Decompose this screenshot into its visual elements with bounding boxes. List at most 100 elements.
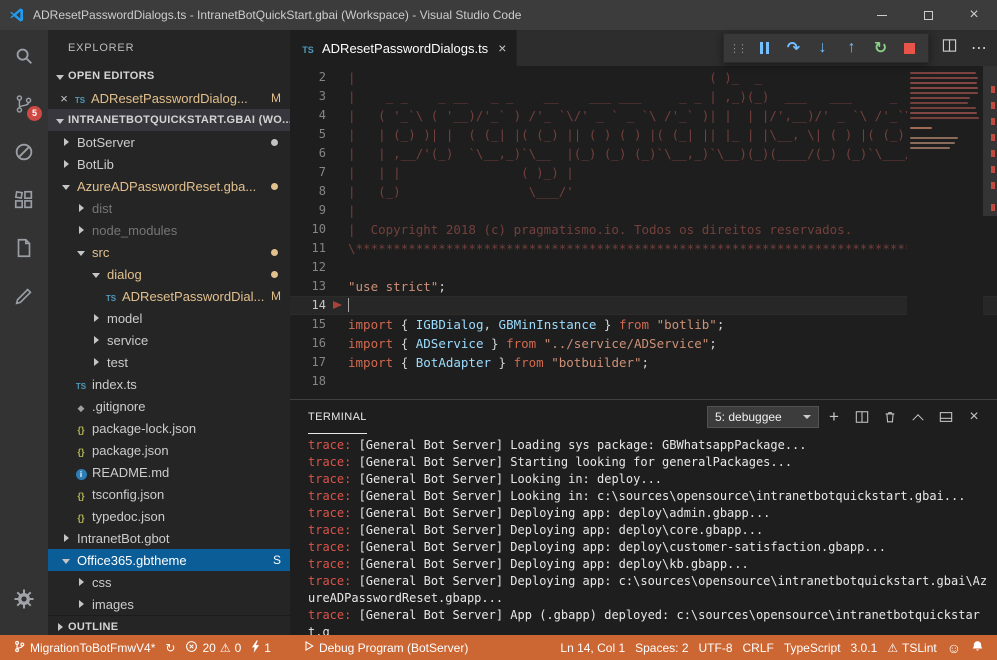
chevron-right-icon[interactable] bbox=[88, 336, 104, 344]
maximize-panel-chevron-up-icon[interactable] bbox=[905, 404, 931, 430]
chevron-right-icon[interactable] bbox=[73, 578, 89, 586]
extensions-icon[interactable] bbox=[0, 176, 48, 224]
chevron-right-icon[interactable] bbox=[73, 226, 89, 234]
step-out-button[interactable]: ↑ bbox=[838, 35, 865, 61]
code-line[interactable]: 16 import { ADService } from "../service… bbox=[290, 334, 997, 353]
code-line[interactable]: 18 bbox=[290, 372, 997, 391]
split-editor-icon[interactable] bbox=[942, 38, 957, 58]
tree-item-dist[interactable]: dist bbox=[48, 197, 290, 219]
tree-item-service[interactable]: service bbox=[48, 329, 290, 351]
tslint-status[interactable]: ⚠TSLint bbox=[882, 641, 941, 655]
tree-item-adresetpassworddialogs[interactable]: ADResetPasswordDial...M bbox=[48, 285, 290, 307]
sync-status[interactable]: ↻ bbox=[160, 641, 180, 655]
workspace-section-header[interactable]: INTRANETBOTQUICKSTART.GBAI (WO... bbox=[48, 109, 290, 131]
chevron-down-icon[interactable] bbox=[88, 271, 104, 278]
code-line[interactable]: 2 | ( )_ _ | bbox=[290, 68, 997, 87]
problems-status[interactable]: 20 ⚠ 0 bbox=[180, 640, 246, 656]
stop-button[interactable] bbox=[896, 35, 923, 61]
code-line[interactable]: 11 \************************************… bbox=[290, 239, 997, 258]
step-over-button[interactable]: ↷ bbox=[780, 35, 807, 61]
chevron-down-icon[interactable] bbox=[73, 249, 89, 256]
notifications-bell[interactable] bbox=[966, 640, 989, 656]
tree-item-office365-gbtheme[interactable]: Office365.gbthemeS bbox=[48, 549, 290, 571]
tree-item-botserver[interactable]: BotServer bbox=[48, 131, 290, 153]
tree-item-azureadpasswordreset[interactable]: AzureADPasswordReset.gba... bbox=[48, 175, 290, 197]
feedback-smiley[interactable]: ☺ bbox=[942, 641, 966, 655]
code-line[interactable]: 17 import { BotAdapter } from "botbuilde… bbox=[290, 353, 997, 372]
tree-item-css[interactable]: css bbox=[48, 571, 290, 593]
code-line[interactable]: 10 | Copyright 2018 (c) pragmatismo.io. … bbox=[290, 220, 997, 239]
outline-section-header[interactable]: OUTLINE bbox=[48, 615, 290, 635]
chevron-down-icon[interactable] bbox=[58, 557, 74, 564]
tree-item-intranetbot-gbot[interactable]: IntranetBot.gbot bbox=[48, 527, 290, 549]
maximize-button[interactable] bbox=[905, 0, 951, 30]
cursor-position[interactable]: Ln 14, Col 1 bbox=[555, 641, 630, 655]
tree-item-index-ts[interactable]: index.ts bbox=[48, 373, 290, 395]
code-line[interactable]: 4 | ( '_`\ ( '__)/'_` ) /'_ `\/' _ ` _ `… bbox=[290, 106, 997, 125]
chevron-right-icon[interactable] bbox=[88, 314, 104, 322]
close-button[interactable]: × bbox=[951, 0, 997, 30]
terminal-tab[interactable]: TERMINAL bbox=[308, 400, 367, 434]
tree-item-readme-md[interactable]: README.md bbox=[48, 461, 290, 483]
restart-button[interactable]: ↻ bbox=[867, 35, 894, 61]
chevron-right-icon[interactable] bbox=[58, 534, 74, 542]
tree-item-package-json[interactable]: package.json bbox=[48, 439, 290, 461]
code-line[interactable]: 14 bbox=[290, 296, 997, 315]
code-line[interactable]: 12 bbox=[290, 258, 997, 277]
close-icon[interactable] bbox=[56, 91, 72, 106]
tree-item-tsconfig-json[interactable]: tsconfig.json bbox=[48, 483, 290, 505]
open-editor-item[interactable]: ADResetPasswordDialog... M bbox=[48, 87, 290, 109]
code-line[interactable]: 8 | (_) \___/' | bbox=[290, 182, 997, 201]
explorer-files-icon[interactable] bbox=[0, 224, 48, 272]
tree-item-src[interactable]: src bbox=[48, 241, 290, 263]
drag-grip-icon[interactable] bbox=[729, 42, 749, 55]
chevron-right-icon[interactable] bbox=[73, 204, 89, 212]
tree-item-gitignore[interactable]: .gitignore bbox=[48, 395, 290, 417]
code-line[interactable]: 15 import { IGBDialog, GBMinInstance } f… bbox=[290, 315, 997, 334]
source-control-icon[interactable]: 5 bbox=[0, 80, 48, 128]
code-line[interactable]: 13 "use strict"; bbox=[290, 277, 997, 296]
tree-item-botlib[interactable]: BotLib bbox=[48, 153, 290, 175]
code-area[interactable]: 2 | ( )_ _ | 3 | _ _ _ __ _ _ __ bbox=[290, 68, 997, 391]
tasks-status[interactable]: 1 bbox=[246, 640, 276, 656]
tree-item-model[interactable]: model bbox=[48, 307, 290, 329]
tree-item-node-modules[interactable]: node_modules bbox=[48, 219, 290, 241]
new-terminal-icon[interactable] bbox=[821, 404, 847, 430]
tree-item-typedoc-json[interactable]: typedoc.json bbox=[48, 505, 290, 527]
code-line[interactable]: 3 | _ _ _ __ _ _ __ ___ ___ _ _ | ,_)(_)… bbox=[290, 87, 997, 106]
code-line[interactable]: 5 | | (_) )| | ( (_| |( (_) || ( ) ( ) |… bbox=[290, 125, 997, 144]
more-actions-icon[interactable] bbox=[971, 38, 987, 58]
minimap[interactable] bbox=[907, 66, 983, 316]
terminal-output[interactable]: trace: [General Bot Server] Loading sys … bbox=[290, 434, 997, 635]
tab-adresetpassworddialogs[interactable]: ADResetPasswordDialogs.ts bbox=[290, 30, 517, 66]
indentation-status[interactable]: Spaces: 2 bbox=[630, 641, 693, 655]
language-mode[interactable]: TypeScript bbox=[779, 641, 846, 655]
edit-pencil-icon[interactable] bbox=[0, 272, 48, 320]
chevron-right-icon[interactable] bbox=[73, 600, 89, 608]
minimize-button[interactable] bbox=[859, 0, 905, 30]
split-terminal-icon[interactable] bbox=[849, 404, 875, 430]
step-into-button[interactable]: ↓ bbox=[809, 35, 836, 61]
chevron-right-icon[interactable] bbox=[88, 358, 104, 366]
debug-status[interactable]: Debug Program (BotServer) bbox=[298, 640, 473, 655]
chevron-down-icon[interactable] bbox=[58, 183, 74, 190]
close-panel-icon[interactable] bbox=[961, 404, 987, 430]
tree-item-images[interactable]: images bbox=[48, 593, 290, 615]
terminal-session-select[interactable]: 5: debuggee bbox=[707, 406, 819, 428]
pause-button[interactable] bbox=[751, 35, 778, 61]
code-line[interactable]: 9 | | bbox=[290, 201, 997, 220]
code-line[interactable]: 7 | | | ( )_) | | bbox=[290, 163, 997, 182]
tree-item-test[interactable]: test bbox=[48, 351, 290, 373]
close-icon[interactable] bbox=[498, 40, 506, 56]
panel-layout-icon[interactable] bbox=[933, 404, 959, 430]
encoding-status[interactable]: UTF-8 bbox=[694, 641, 738, 655]
typescript-version[interactable]: 3.0.1 bbox=[846, 641, 883, 655]
tree-item-package-lock-json[interactable]: package-lock.json bbox=[48, 417, 290, 439]
tree-item-dialog[interactable]: dialog bbox=[48, 263, 290, 285]
open-editors-header[interactable]: OPEN EDITORS bbox=[48, 65, 290, 87]
code-line[interactable]: 6 | | ,__/'(_) `\__,_)`\__ |(_) (_) (_)`… bbox=[290, 144, 997, 163]
eol-status[interactable]: CRLF bbox=[738, 641, 779, 655]
git-branch-status[interactable]: MigrationToBotFmwV4* bbox=[8, 640, 160, 656]
chevron-right-icon[interactable] bbox=[58, 138, 74, 146]
debug-icon[interactable] bbox=[0, 128, 48, 176]
